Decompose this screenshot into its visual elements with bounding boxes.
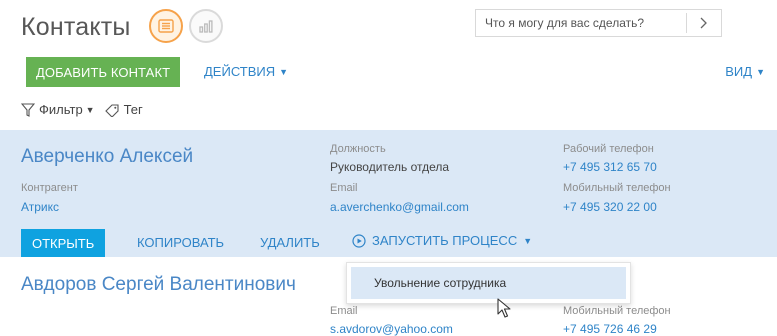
view-menu-button[interactable]: ВИД ▼ xyxy=(725,64,765,79)
email-label: Email xyxy=(330,182,358,194)
filter-button[interactable]: Фильтр xyxy=(39,102,83,117)
play-circle-icon xyxy=(352,233,366,248)
contact-name[interactable]: Авдоров Сергей Валентинович xyxy=(21,274,296,296)
filter-icon[interactable] xyxy=(21,102,35,117)
mobile-phone-label: Мобильный телефон xyxy=(563,305,671,317)
caret-down-icon: ▼ xyxy=(756,66,765,77)
caret-down-icon: ▼ xyxy=(523,235,533,246)
tag-button[interactable]: Тег xyxy=(124,102,143,117)
delete-button[interactable]: УДАЛИТЬ xyxy=(260,235,320,250)
account-label: Контрагент xyxy=(21,182,78,194)
work-phone-link[interactable]: +7 495 312 65 70 xyxy=(563,160,657,174)
filter-bar: Фильтр ▼ Тег xyxy=(21,102,143,117)
mobile-phone-label: Мобильный телефон xyxy=(563,182,671,194)
copy-button[interactable]: КОПИРОВАТЬ xyxy=(137,235,224,250)
email-link[interactable]: s.avdorov@yahoo.com xyxy=(330,322,453,336)
caret-down-icon: ▼ xyxy=(279,66,289,77)
mouse-cursor-icon xyxy=(497,298,513,325)
command-line-input[interactable]: Что я могу для вас сделать? xyxy=(476,16,686,30)
page-title: Контакты xyxy=(21,13,131,41)
list-icon xyxy=(158,19,174,33)
run-process-label: ЗАПУСТИТЬ ПРОЦЕСС xyxy=(372,233,518,248)
mobile-phone-link[interactable]: +7 495 320 22 00 xyxy=(563,200,657,214)
account-link[interactable]: Атрикс xyxy=(21,200,59,214)
mobile-phone-link[interactable]: +7 495 726 46 29 xyxy=(563,322,657,336)
chevron-right-icon[interactable] xyxy=(687,10,721,36)
menu-item-dismiss-employee[interactable]: Увольнение сотрудника xyxy=(351,267,626,299)
analytics-view-button[interactable] xyxy=(189,9,223,43)
work-phone-label: Рабочий телефон xyxy=(563,143,654,155)
add-contact-button[interactable]: ДОБАВИТЬ КОНТАКТ xyxy=(26,57,181,87)
job-label: Должность xyxy=(330,143,386,155)
chart-icon xyxy=(199,20,213,33)
command-line[interactable]: Что я могу для вас сделать? xyxy=(475,9,722,37)
job-value: Руководитель отдела xyxy=(330,160,450,174)
contact-name[interactable]: Аверченко Алексей xyxy=(21,146,193,168)
tag-icon[interactable] xyxy=(104,103,120,117)
run-process-button[interactable]: ЗАПУСТИТЬ ПРОЦЕСС ▼ xyxy=(352,233,532,248)
actions-menu-button[interactable]: ДЕЙСТВИЯ ▼ xyxy=(204,64,288,79)
list-view-button[interactable] xyxy=(149,9,183,43)
open-button[interactable]: ОТКРЫТЬ xyxy=(21,229,106,257)
email-label: Email xyxy=(330,305,358,317)
actions-label: ДЕЙСТВИЯ xyxy=(204,64,276,79)
caret-down-icon[interactable]: ▼ xyxy=(86,105,95,115)
view-label: ВИД xyxy=(725,64,753,79)
process-dropdown-menu: Увольнение сотрудника xyxy=(346,262,631,304)
email-link[interactable]: a.averchenko@gmail.com xyxy=(330,200,469,214)
